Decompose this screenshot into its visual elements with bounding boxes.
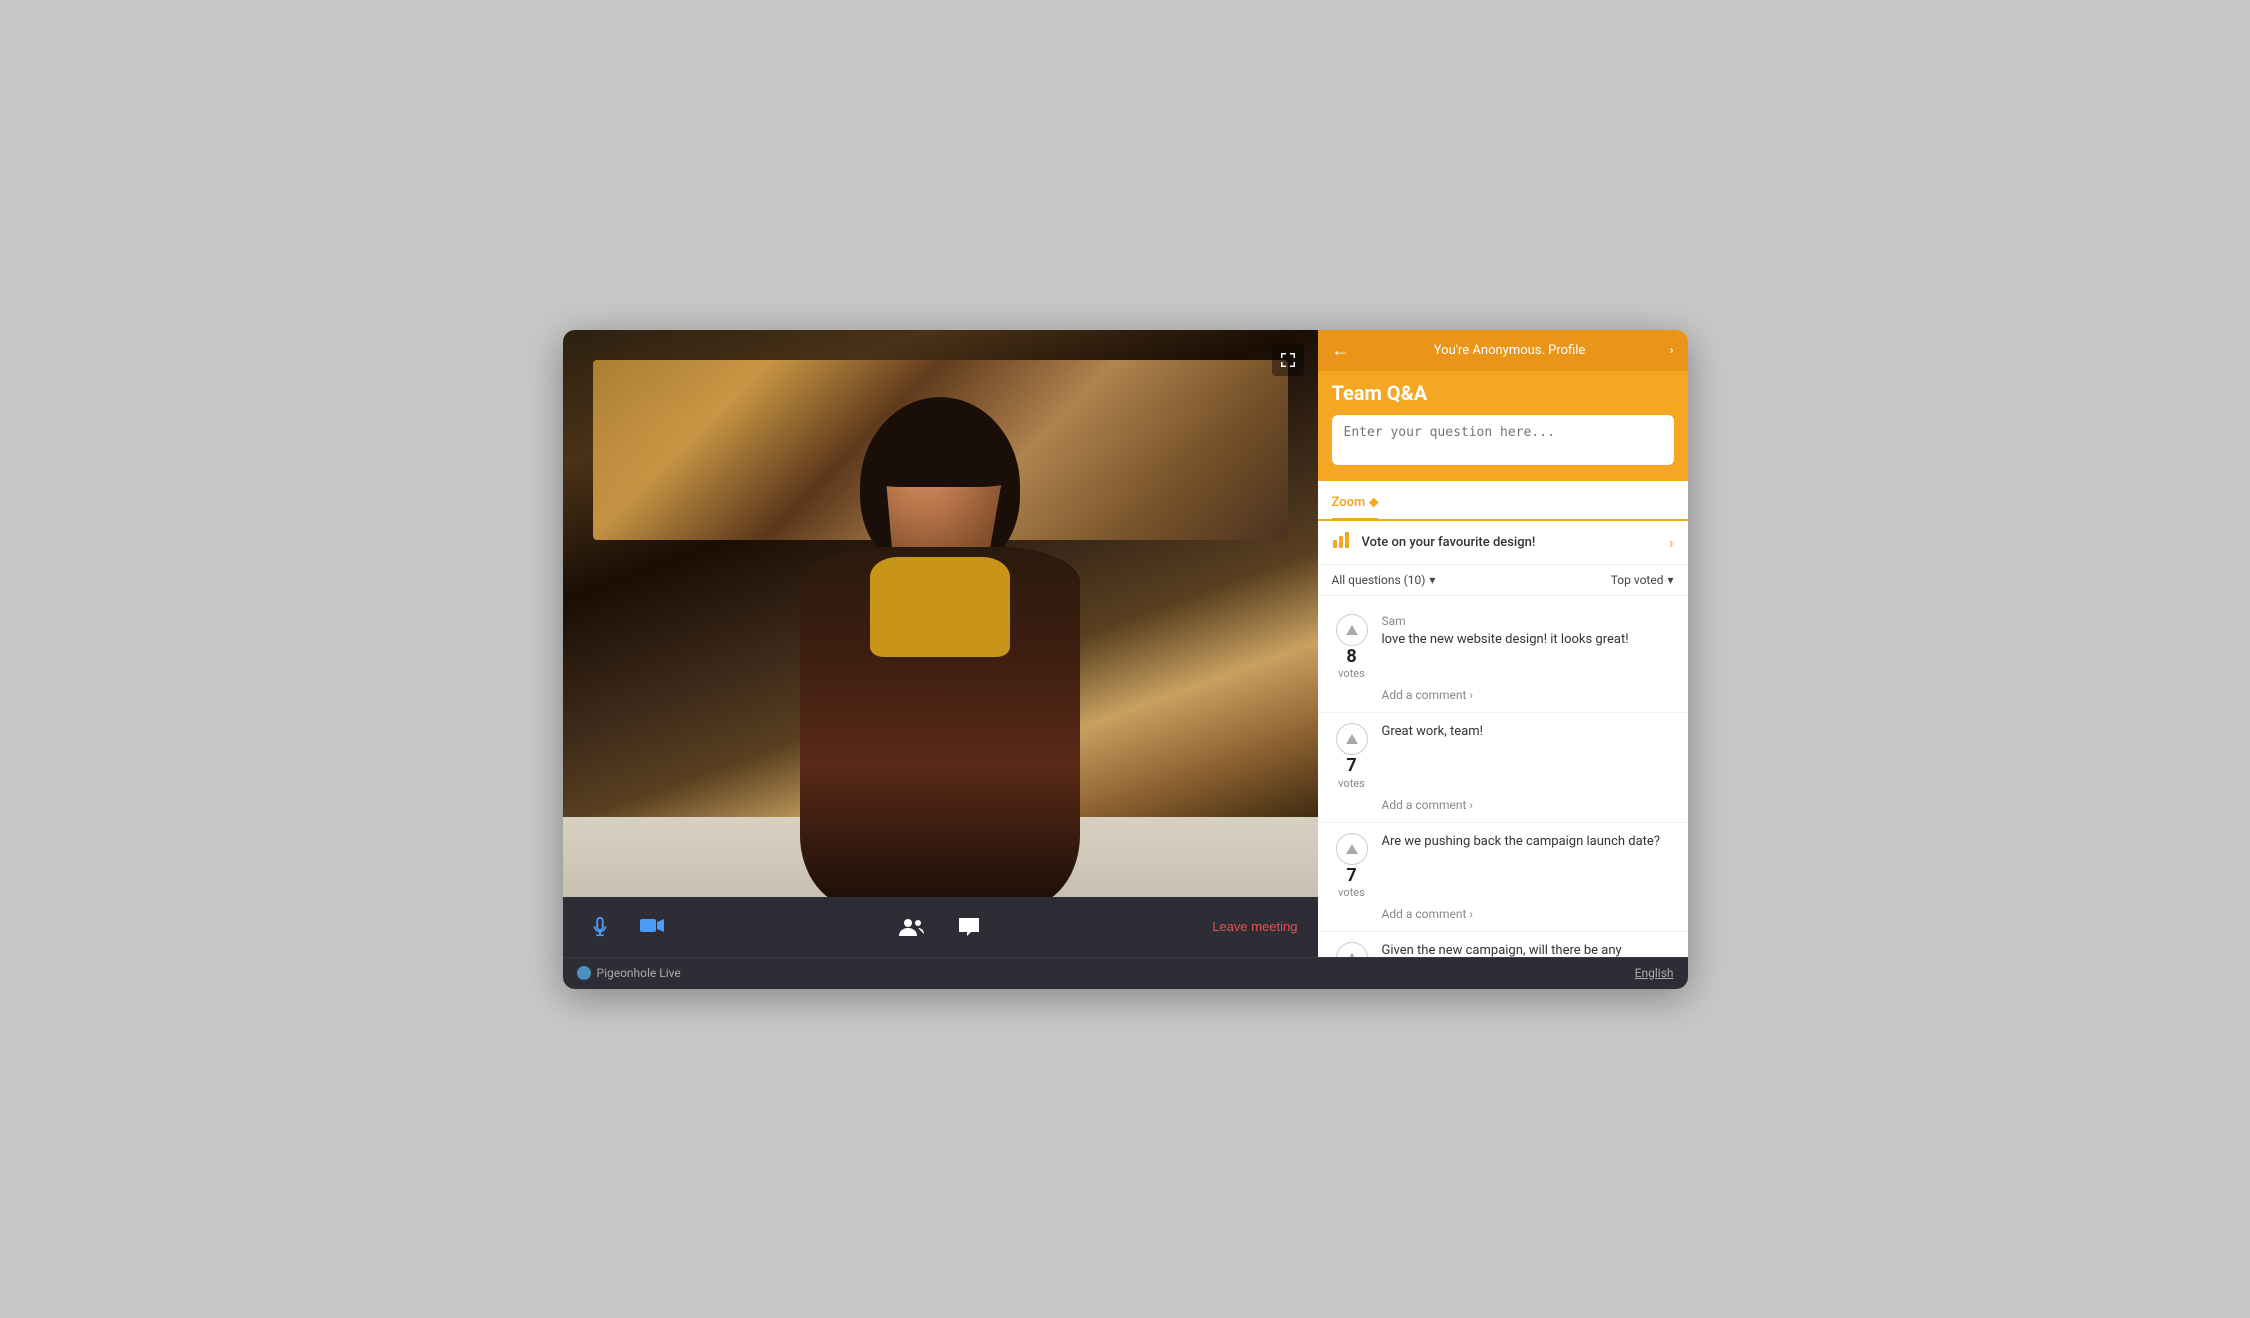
add-comment-button[interactable]: Add a comment › bbox=[1382, 798, 1674, 812]
add-comment-button[interactable]: Add a comment › bbox=[1382, 688, 1674, 702]
top-voted-dropdown[interactable]: Top voted ▾ bbox=[1611, 573, 1674, 587]
person-shirt bbox=[870, 557, 1010, 657]
zoom-filter-tab[interactable]: Zoom ⬥ bbox=[1332, 489, 1379, 521]
all-questions-dropdown[interactable]: All questions (10) ▾ bbox=[1332, 573, 1436, 587]
video-background bbox=[563, 330, 1318, 957]
center-controls bbox=[893, 910, 987, 944]
bottom-bar: Pigeonhole Live English bbox=[563, 957, 1688, 989]
questions-controls: All questions (10) ▾ Top voted ▾ bbox=[1318, 565, 1688, 596]
qa-title-area: Team Q&A bbox=[1318, 371, 1688, 481]
question-content: Great work, team! bbox=[1382, 723, 1674, 741]
vote-label: votes bbox=[1338, 777, 1365, 790]
upvote-button[interactable] bbox=[1336, 942, 1368, 956]
question-text: love the new website design! it looks gr… bbox=[1382, 631, 1674, 649]
vote-label: votes bbox=[1338, 667, 1365, 680]
person-figure bbox=[730, 397, 1150, 897]
poll-banner-left: Vote on your favourite design! bbox=[1332, 531, 1536, 554]
question-item: 7 votes Are we pushing back the campaign… bbox=[1318, 823, 1688, 933]
poll-icon bbox=[1332, 531, 1352, 554]
question-item: 8 votes Sam love the new website design!… bbox=[1318, 604, 1688, 714]
vote-section bbox=[1332, 942, 1372, 956]
question-text: Given the new campaign, will there be an… bbox=[1382, 942, 1674, 956]
upvote-button[interactable] bbox=[1336, 614, 1368, 646]
question-item: Given the new campaign, will there be an… bbox=[1318, 932, 1688, 956]
question-content: Given the new campaign, will there be an… bbox=[1382, 942, 1674, 956]
vote-count: 7 bbox=[1346, 865, 1356, 887]
question-top: 8 votes Sam love the new website design!… bbox=[1332, 614, 1674, 681]
poll-text: Vote on your favourite design! bbox=[1362, 535, 1536, 550]
question-text: Are we pushing back the campaign launch … bbox=[1382, 833, 1674, 851]
brand-logo bbox=[577, 966, 591, 980]
question-content: Are we pushing back the campaign launch … bbox=[1382, 833, 1674, 851]
video-controls-bar: Leave meeting bbox=[563, 897, 1318, 957]
question-author: Sam bbox=[1382, 614, 1674, 628]
camera-button[interactable] bbox=[633, 910, 671, 944]
question-content: Sam love the new website design! it look… bbox=[1382, 614, 1674, 649]
vote-section: 7 votes bbox=[1332, 723, 1372, 790]
question-top: Given the new campaign, will there be an… bbox=[1332, 942, 1674, 956]
add-comment-button[interactable]: Add a comment › bbox=[1382, 907, 1674, 921]
expand-button[interactable] bbox=[1272, 344, 1304, 376]
back-button[interactable]: ← bbox=[1332, 340, 1350, 361]
upvote-button[interactable] bbox=[1336, 723, 1368, 755]
participants-button[interactable] bbox=[893, 910, 931, 944]
question-top: 7 votes Are we pushing back the campaign… bbox=[1332, 833, 1674, 900]
qa-header: ← You're Anonymous. Profile › Team Q&A bbox=[1318, 330, 1688, 481]
brand-name: Pigeonhole Live bbox=[597, 966, 681, 980]
poll-arrow-icon: › bbox=[1669, 533, 1674, 552]
vote-section: 8 votes bbox=[1332, 614, 1372, 681]
leave-meeting-button[interactable]: Leave meeting bbox=[1212, 919, 1297, 934]
qa-nav: ← You're Anonymous. Profile › bbox=[1318, 330, 1688, 371]
language-selector[interactable]: English bbox=[1635, 966, 1674, 980]
vote-count: 7 bbox=[1346, 755, 1356, 777]
vote-count: 8 bbox=[1346, 646, 1356, 668]
question-item: 7 votes Great work, team! Add a comment … bbox=[1318, 713, 1688, 823]
filter-bar: Zoom ⬥ bbox=[1318, 481, 1688, 521]
qa-title: Team Q&A bbox=[1332, 381, 1674, 405]
brand: Pigeonhole Live bbox=[577, 966, 681, 980]
qa-sidebar: ← You're Anonymous. Profile › Team Q&A Z… bbox=[1318, 330, 1688, 957]
poll-banner[interactable]: Vote on your favourite design! › bbox=[1318, 521, 1688, 565]
upvote-button[interactable] bbox=[1336, 833, 1368, 865]
anonymous-profile-label: You're Anonymous. Profile bbox=[1350, 343, 1670, 358]
app-container: Leave meeting ← You're Anonymous. Profil… bbox=[563, 330, 1688, 989]
mic-button[interactable] bbox=[583, 910, 617, 944]
questions-list: 8 votes Sam love the new website design!… bbox=[1318, 596, 1688, 957]
question-input[interactable] bbox=[1332, 415, 1674, 465]
profile-arrow[interactable]: › bbox=[1670, 343, 1674, 358]
vote-label: votes bbox=[1338, 886, 1365, 899]
main-content: Leave meeting ← You're Anonymous. Profil… bbox=[563, 330, 1688, 957]
chat-button[interactable] bbox=[951, 910, 987, 944]
question-text: Great work, team! bbox=[1382, 723, 1674, 741]
question-top: 7 votes Great work, team! bbox=[1332, 723, 1674, 790]
video-panel: Leave meeting bbox=[563, 330, 1318, 957]
vote-section: 7 votes bbox=[1332, 833, 1372, 900]
